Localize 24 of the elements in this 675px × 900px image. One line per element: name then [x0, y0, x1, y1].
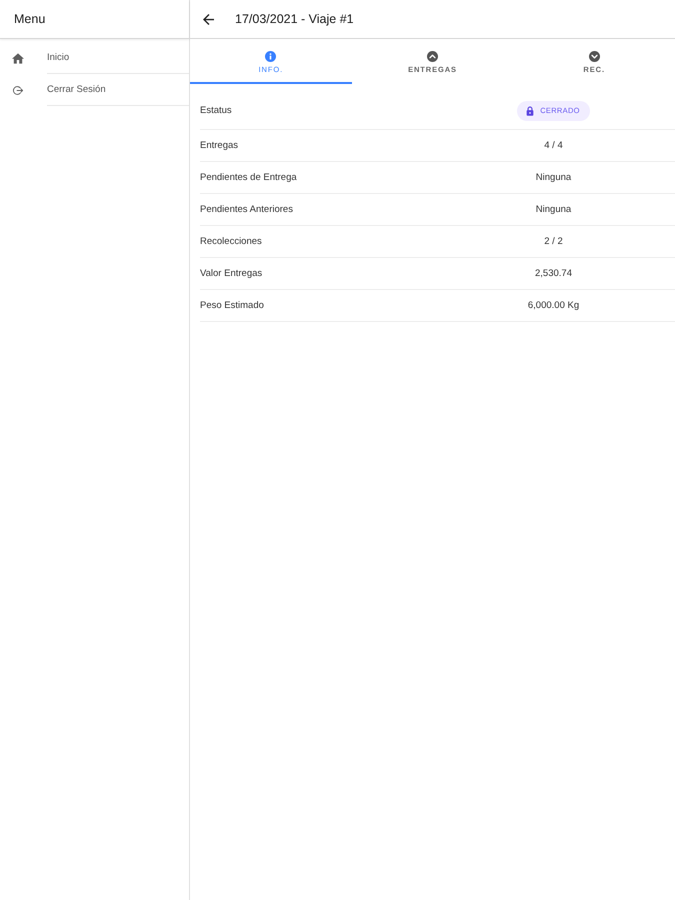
field-value: Ninguna	[536, 172, 572, 183]
field-value: 2 / 2	[544, 236, 563, 247]
menu-item[interactable]: Inicio	[0, 42, 189, 74]
field-label: Pendientes Anteriores	[200, 204, 294, 215]
field-value: 2,530.74	[535, 268, 572, 279]
info-icon	[265, 51, 276, 62]
logout-icon	[12, 84, 24, 96]
field-label: Peso Estimado	[200, 300, 265, 311]
field-label: Valor Entregas	[200, 268, 264, 279]
chevron-up-icon	[427, 51, 438, 62]
field-value: 6,000.00 Kg	[528, 300, 580, 311]
field-value: Ninguna	[536, 204, 572, 215]
menu-item[interactable]: Cerrar Sesión	[0, 74, 189, 106]
back-arrow-icon	[203, 14, 214, 24]
field-label: Entregas	[200, 140, 240, 151]
field-label: Recolecciones	[200, 236, 263, 247]
chevron-down-icon	[588, 51, 600, 62]
field-value: 4 / 4	[544, 140, 563, 151]
page-title: 17/03/2021 - Viaje #1	[235, 12, 354, 26]
home-icon	[12, 52, 24, 64]
lock-icon	[526, 106, 534, 116]
menu-title: Menu	[14, 12, 46, 26]
field-label: Pendientes de Entrega	[200, 172, 298, 183]
field-label: Estatus	[200, 105, 233, 116]
